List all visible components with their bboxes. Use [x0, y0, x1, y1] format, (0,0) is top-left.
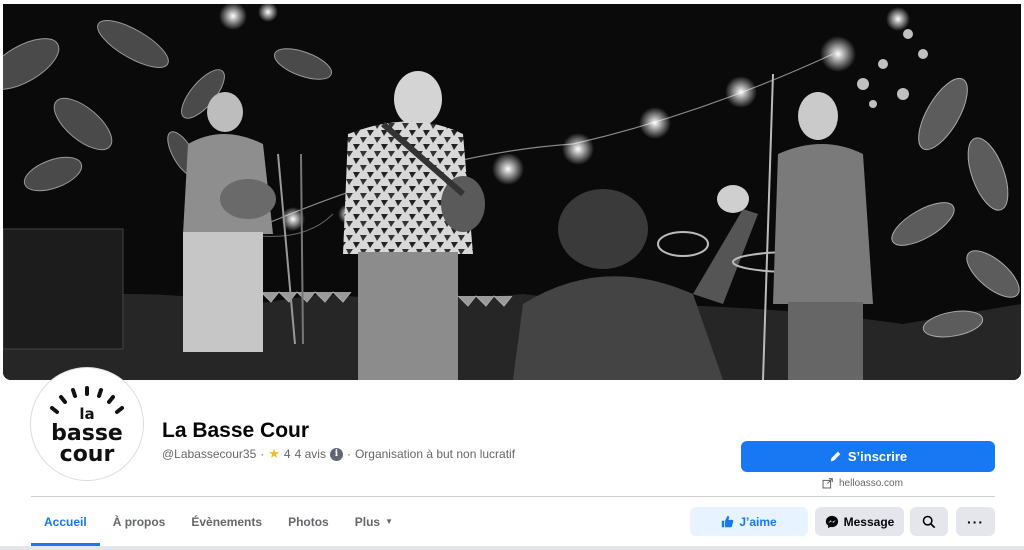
- thumbs-up-icon: [722, 515, 734, 528]
- tab-label: Photos: [288, 514, 329, 529]
- page-category: Organisation à but non lucratif: [354, 447, 516, 461]
- page-title: La Basse Cour: [162, 419, 310, 442]
- tab-evenements[interactable]: Évènements: [178, 497, 275, 546]
- like-button-label: J’aime: [739, 514, 777, 529]
- message-button[interactable]: Message: [815, 507, 904, 536]
- page-tabs: Accueil À propos Évènements Photos Plus ▼: [31, 497, 406, 546]
- tab-label: À propos: [112, 514, 166, 529]
- more-options-icon: ···: [967, 513, 984, 530]
- cta-link-text: helloasso.com: [839, 478, 903, 489]
- logo-line-3: cour: [60, 442, 115, 467]
- cta-external-link[interactable]: helloasso.com: [822, 478, 903, 489]
- rating-value: 4: [283, 447, 291, 461]
- tab-a-propos[interactable]: À propos: [100, 497, 179, 546]
- signup-button[interactable]: S’inscrire: [741, 441, 995, 472]
- search-button[interactable]: [910, 507, 948, 536]
- page-handle[interactable]: @Labassecour35: [162, 447, 256, 461]
- external-link-icon: [822, 478, 833, 489]
- tab-photos[interactable]: Photos: [275, 497, 342, 546]
- reviews-link[interactable]: 4 avis: [295, 447, 326, 461]
- info-icon[interactable]: i: [329, 447, 343, 461]
- more-options-button[interactable]: ···: [956, 507, 995, 536]
- profile-picture[interactable]: la basse cour: [31, 368, 143, 480]
- tab-plus[interactable]: Plus ▼: [342, 497, 406, 546]
- messenger-icon: [825, 515, 838, 528]
- tab-label: Évènements: [191, 514, 263, 529]
- message-button-label: Message: [843, 514, 895, 529]
- search-icon: [922, 515, 936, 528]
- star-icon: ★: [268, 446, 280, 461]
- facebook-page: la basse cour La Basse Cour @Labassecour…: [0, 0, 1024, 550]
- caret-down-icon: ▼: [385, 517, 393, 526]
- page-bottom-edge: [0, 546, 1024, 550]
- pencil-icon: [830, 451, 841, 462]
- like-button[interactable]: J’aime: [690, 507, 808, 536]
- tab-label: Plus: [354, 514, 381, 529]
- meta-separator: ·: [260, 447, 265, 461]
- signup-button-label: S’inscrire: [847, 449, 908, 464]
- tab-accueil[interactable]: Accueil: [31, 497, 100, 546]
- meta-separator: ·: [346, 447, 351, 461]
- cover-photo[interactable]: [3, 4, 1021, 380]
- tab-label: Accueil: [44, 514, 87, 529]
- page-meta: @Labassecour35 · ★ 4 4 avis i · Organisa…: [162, 446, 515, 462]
